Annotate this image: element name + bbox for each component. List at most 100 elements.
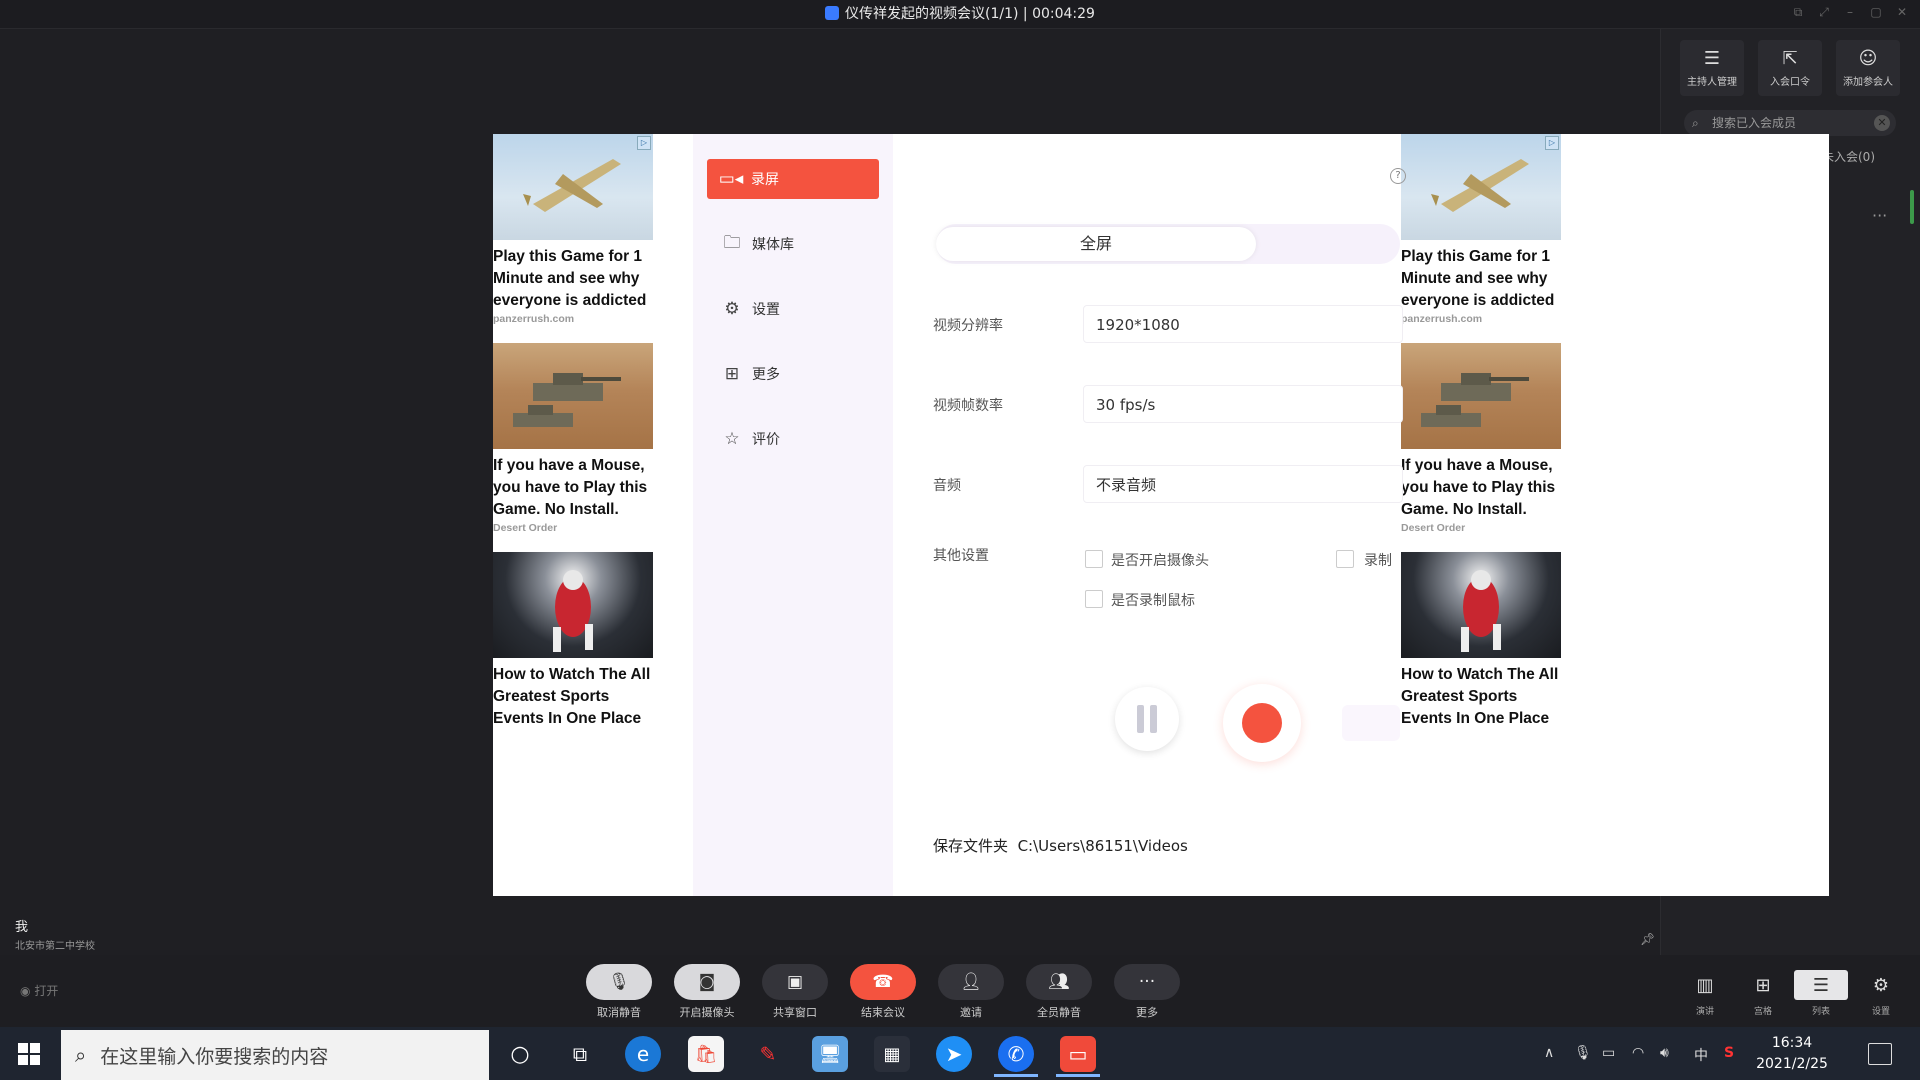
screen-recorder-icon[interactable]: ▭ [1060, 1036, 1096, 1072]
ad-title[interactable]: Play this Game for 1 Minute and see why … [493, 246, 653, 312]
recording-indicator[interactable]: ◉ 打开 [20, 982, 58, 999]
pin-icon[interactable]: 📌︎ [1640, 932, 1655, 946]
grid-layout-label: 宫格 [1753, 1007, 1772, 1017]
mouse-checkbox[interactable] [1085, 590, 1103, 608]
fullscreen-icon[interactable]: ⤢ [1816, 4, 1832, 20]
remote-desktop-icon[interactable]: 🖥︎ [812, 1036, 848, 1072]
resolution-select[interactable]: 1920*1080 [1083, 305, 1403, 343]
calculator-icon[interactable]: ▦ [874, 1036, 910, 1072]
end-meeting-button[interactable]: ☎ 结束会议 [850, 964, 916, 1020]
adchoices-icon[interactable]: ▷ [637, 136, 651, 150]
ad-image-football[interactable] [493, 552, 653, 658]
panel-scrollbar[interactable] [1910, 190, 1914, 224]
record-button[interactable] [1223, 684, 1301, 762]
add-participant-button[interactable]: ☺ 添加参会人 [1836, 40, 1900, 96]
share-window-button[interactable]: ▣ 共享窗口 [762, 964, 828, 1020]
ad-card[interactable]: If you have a Mouse, you have to Play th… [1401, 343, 1561, 534]
camera-icon: ▭◂ [718, 169, 744, 189]
volume-icon[interactable]: 🔊︎ [1660, 1045, 1669, 1061]
window-title: 仪传祥发起的视频会议(1/1) | 00:04:29 [0, 0, 1920, 28]
clock[interactable]: 16:34 2021/2/25 [1752, 1033, 1832, 1075]
ad-source: Desert Order [493, 522, 558, 534]
ad-card[interactable]: ▷ Play this Game for 1 Minute and see wh… [493, 134, 653, 325]
meeting-app-icon[interactable]: ✆ [998, 1036, 1034, 1072]
start-camera-button[interactable]: ◙ 开启摄像头 [674, 964, 740, 1020]
ad-image-tank[interactable] [1401, 343, 1561, 449]
nav-media-library[interactable]: 🗀 媒体库 [722, 224, 894, 264]
ad-image-plane[interactable]: ▷ [493, 134, 653, 240]
maximize-icon[interactable]: ▢ [1868, 4, 1884, 20]
audio-label: 音频 [933, 478, 961, 494]
search-icon: ⌕ [1692, 116, 1699, 130]
more-options-icon[interactable]: ··· [1872, 206, 1887, 225]
more-button[interactable]: ··· 更多 [1114, 964, 1180, 1020]
windows-start-icon[interactable] [18, 1043, 40, 1065]
ad-card[interactable]: How to Watch The All Greatest Sports Eve… [1401, 552, 1561, 730]
nav-settings[interactable]: ⚙ 设置 [722, 289, 894, 329]
ad-card[interactable]: ▷ Play this Game for 1 Minute and see wh… [1401, 134, 1561, 325]
battery-icon[interactable]: ▭ [1602, 1045, 1615, 1061]
ad-title[interactable]: Play this Game for 1 Minute and see why … [1401, 246, 1561, 312]
ime-indicator[interactable]: 中 [1694, 1045, 1708, 1065]
ad-title[interactable]: If you have a Mouse, you have to Play th… [1401, 455, 1561, 521]
wifi-icon[interactable]: ◠ [1632, 1045, 1644, 1061]
nav-more[interactable]: ⊞ 更多 [722, 354, 894, 394]
fps-select[interactable]: 30 fps/s [1083, 385, 1403, 423]
recording-label: 打开 [34, 984, 59, 998]
grid-layout-button[interactable]: ⊞ 宫格 [1736, 970, 1790, 1018]
ad-image-football[interactable] [1401, 552, 1561, 658]
store-icon[interactable]: 🛍︎ [688, 1036, 724, 1072]
stop-button[interactable] [1342, 705, 1400, 741]
mic-tray-icon[interactable]: 🎙︎ [1574, 1045, 1592, 1061]
ad-title[interactable]: How to Watch The All Greatest Sports Eve… [493, 664, 653, 730]
mute-all-button[interactable]: 👥︎ 全员静音 [1026, 964, 1092, 1020]
ad-title[interactable]: If you have a Mouse, you have to Play th… [493, 455, 653, 521]
task-view-icon[interactable]: ⧉ [562, 1036, 598, 1072]
invite-button[interactable]: 👤︎ 邀请 [938, 964, 1004, 1020]
messenger-icon[interactable]: ➤ [936, 1036, 972, 1072]
not-joined-tab[interactable]: 未入会(0) [1822, 148, 1875, 165]
ad-title[interactable]: How to Watch The All Greatest Sports Eve… [1401, 664, 1561, 730]
edge-icon[interactable]: e [625, 1036, 661, 1072]
audio-select[interactable]: 不录音频 [1083, 465, 1403, 503]
pause-button[interactable] [1115, 687, 1179, 751]
adchoices-icon[interactable]: ▷ [1545, 136, 1559, 150]
settings-button[interactable]: ⚙ 设置 [1854, 970, 1908, 1018]
settings-label: 设置 [1871, 1007, 1890, 1017]
speaker-layout-button[interactable]: ▥ 演讲 [1678, 970, 1732, 1018]
ad-card[interactable]: If you have a Mouse, you have to Play th… [493, 343, 653, 534]
ad-card[interactable]: How to Watch The All Greatest Sports Eve… [493, 552, 653, 730]
minimize-icon[interactable]: – [1842, 4, 1858, 20]
nav-rate[interactable]: ☆ 评价 [722, 419, 894, 459]
unmute-label: 取消静音 [597, 1006, 641, 1019]
sogou-icon[interactable]: S [1724, 1045, 1734, 1061]
window-controls: ⧉ ⤢ – ▢ ✕ [1790, 4, 1910, 20]
nav-record[interactable]: ▭◂ 录屏 [707, 159, 879, 199]
host-manage-label: 主持人管理 [1687, 76, 1737, 88]
taskbar-search-input[interactable]: ⌕ 在这里输入你要搜索的内容 [61, 1030, 489, 1080]
member-search-input[interactable]: ⌕ 搜索已入会成员 ✕ [1684, 110, 1896, 136]
app-icon[interactable]: ✎ [750, 1036, 786, 1072]
save-folder-path[interactable]: C:\Users\86151\Videos [1018, 837, 1188, 855]
invite-label: 邀请 [960, 1006, 982, 1019]
clear-search-icon[interactable]: ✕ [1874, 115, 1890, 131]
tab-fullscreen[interactable]: 全屏 [936, 227, 1256, 261]
tray-chevron-icon[interactable]: ∧ [1544, 1045, 1554, 1061]
end-meeting-label: 结束会议 [861, 1006, 905, 1019]
join-code-button[interactable]: ⇱ 入会口令 [1758, 40, 1822, 96]
ad-image-plane[interactable]: ▷ [1401, 134, 1561, 240]
close-icon[interactable]: ✕ [1894, 4, 1910, 20]
unmute-button[interactable]: 🎙︎ 取消静音 [586, 964, 652, 1020]
save-folder-label: 保存文件夹 [933, 837, 1009, 855]
other-settings-label: 其他设置 [933, 548, 989, 564]
notification-icon[interactable] [1868, 1043, 1892, 1065]
host-manage-button[interactable]: ☰ 主持人管理 [1680, 40, 1744, 96]
cortana-icon[interactable]: ○ [502, 1036, 538, 1072]
list-layout-button[interactable]: ☰ 列表 [1794, 970, 1848, 1017]
help-icon[interactable]: ? [1390, 168, 1406, 184]
popout-icon[interactable]: ⧉ [1790, 4, 1806, 20]
ad-image-tank[interactable] [493, 343, 653, 449]
clock-time: 16:34 [1771, 1035, 1813, 1051]
third-option-checkbox[interactable] [1336, 550, 1354, 568]
camera-checkbox[interactable] [1085, 550, 1103, 568]
